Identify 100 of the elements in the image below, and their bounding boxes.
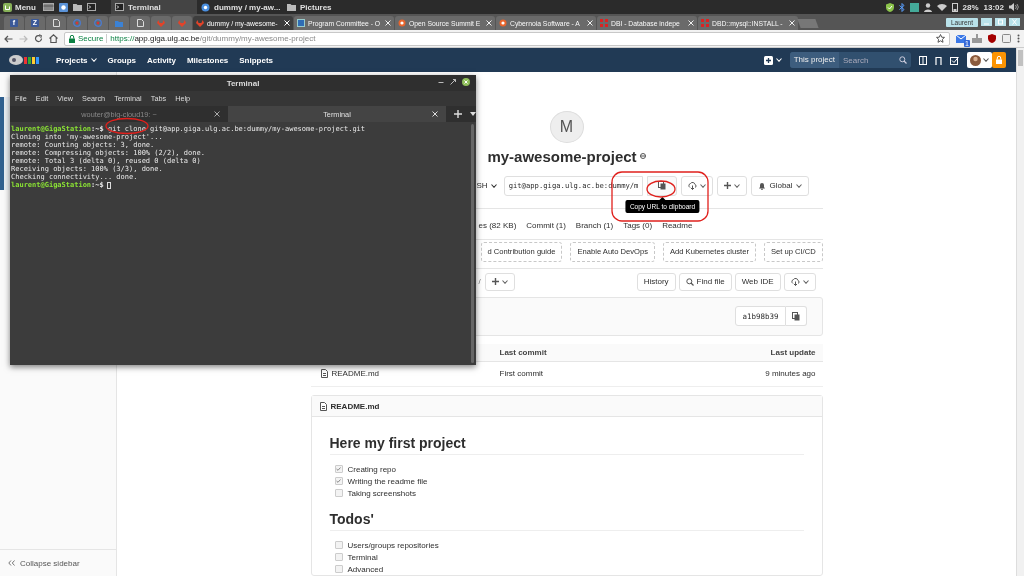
new-dropdown[interactable] <box>763 55 782 65</box>
lock-icon <box>69 34 75 43</box>
search-field[interactable]: Search <box>839 55 911 65</box>
circle-icon <box>499 19 507 27</box>
checkbox[interactable] <box>334 541 343 549</box>
project-title: my-awesome-project <box>487 147 637 165</box>
history-button[interactable]: History <box>636 272 676 291</box>
menu-label[interactable]: Menu <box>15 2 36 12</box>
checkbox[interactable] <box>334 465 343 473</box>
download-icon <box>688 181 698 190</box>
task-label: Users/groups repositories <box>347 540 439 550</box>
checkbox[interactable] <box>334 477 343 485</box>
taskbar-button[interactable]: Terminal <box>111 0 197 14</box>
stat-link[interactable]: Tags (0) <box>623 218 653 233</box>
annotation-ellipse <box>646 180 676 198</box>
maximize-icon[interactable] <box>450 79 456 85</box>
scrollbar[interactable] <box>1016 48 1024 576</box>
task-label: Terminal <box>347 552 378 562</box>
minimize-icon[interactable] <box>438 79 444 85</box>
caret-icon[interactable] <box>470 112 476 116</box>
download-button[interactable] <box>783 272 816 291</box>
nav-link[interactable]: Snippets <box>239 55 274 65</box>
scrollbar[interactable] <box>471 124 474 363</box>
checkbox[interactable] <box>334 553 343 561</box>
browser-tab[interactable] <box>46 16 66 30</box>
reload-icon[interactable] <box>34 34 43 43</box>
stat-link[interactable]: es (82 KB) <box>478 218 517 233</box>
page-icon <box>52 19 60 27</box>
path-separator: / <box>478 277 481 287</box>
home-icon[interactable] <box>49 34 58 43</box>
protocol-dropdown[interactable]: SH <box>476 181 500 191</box>
add-button[interactable] <box>484 272 515 291</box>
collapse-sidebar-button[interactable]: Collapse sidebar <box>0 549 116 576</box>
shield-icon[interactable] <box>988 34 996 43</box>
find-file-button[interactable]: Find file <box>678 272 732 291</box>
caret-icon <box>501 279 508 284</box>
commit-message[interactable]: First commit <box>499 369 650 379</box>
volume-icon[interactable] <box>1009 3 1019 11</box>
close-icon[interactable] <box>462 78 470 86</box>
notification-button[interactable]: Global <box>751 175 809 196</box>
bluetooth-icon[interactable] <box>898 2 905 12</box>
history-button[interactable]: Web IDE <box>734 272 781 291</box>
checkbox[interactable] <box>334 565 343 573</box>
column-header: Last update <box>769 347 817 357</box>
folder-icon <box>287 3 296 11</box>
lock-button[interactable] <box>992 52 1006 68</box>
search-scope[interactable]: This project <box>789 52 839 68</box>
extension-icon[interactable] <box>972 34 982 43</box>
circle-icon <box>398 19 406 27</box>
mint-logo-icon[interactable] <box>3 2 12 12</box>
browser-icon[interactable] <box>59 2 68 12</box>
grid-icon <box>701 19 709 27</box>
checkbox[interactable] <box>334 489 343 497</box>
extension-icon[interactable] <box>1002 34 1011 43</box>
browser-tab[interactable] <box>130 16 150 30</box>
todo-icon[interactable] <box>950 55 959 65</box>
sidebar-icon[interactable] <box>919 55 927 65</box>
task-label: Advanced <box>347 564 384 574</box>
terminal-icon[interactable] <box>87 3 96 11</box>
user-menu[interactable] <box>967 52 992 68</box>
stat-link[interactable]: Commit (1) <box>526 218 566 233</box>
download-icon <box>790 277 800 286</box>
avatar-icon <box>970 54 981 66</box>
taskbar-button[interactable]: Pictures <box>283 0 369 14</box>
star-icon[interactable] <box>936 34 945 43</box>
wifi-icon[interactable] <box>936 3 947 11</box>
merge-request-icon[interactable] <box>935 55 942 65</box>
back-icon[interactable] <box>4 34 13 43</box>
shield-icon[interactable] <box>885 2 894 12</box>
clock[interactable]: 13:02 <box>983 2 1004 12</box>
nav-link[interactable]: Groups <box>107 55 137 65</box>
stat-link[interactable]: Readme <box>662 218 693 233</box>
copy-icon <box>791 311 800 321</box>
folder-icon[interactable] <box>73 3 82 11</box>
readme-heading: Todos' <box>329 510 804 531</box>
target-icon <box>94 19 102 27</box>
address-bar[interactable]: Secure https://app.giga.ulg.ac.be/git/dummy/my-awesome-project <box>64 31 950 46</box>
envelope-icon[interactable] <box>956 34 966 43</box>
fox-icon <box>178 19 186 27</box>
copy-sha-button[interactable] <box>785 306 807 327</box>
globe-icon <box>639 153 646 160</box>
battery-icon[interactable] <box>951 2 958 12</box>
download-button[interactable] <box>681 175 714 196</box>
new-tab-icon[interactable] <box>454 110 462 118</box>
close-icon[interactable] <box>214 111 220 117</box>
target-icon <box>73 19 81 27</box>
more-icon[interactable] <box>1017 34 1020 43</box>
caret-icon <box>90 58 97 62</box>
file-link[interactable]: README.md <box>331 369 380 379</box>
nav-link[interactable]: Projects <box>56 55 97 65</box>
taskbar-button[interactable]: dummy / my-aw... <box>197 0 283 14</box>
stat-link[interactable]: Branch (1) <box>575 218 614 233</box>
nav-link[interactable]: Milestones <box>186 55 229 65</box>
search-icon <box>685 277 694 286</box>
file-icon <box>320 369 328 379</box>
logo-drawing[interactable] <box>8 54 42 66</box>
add-button[interactable] <box>717 175 748 196</box>
nav-link[interactable]: Activity <box>147 55 176 65</box>
column-header: Last commit <box>499 347 548 357</box>
user-icon[interactable] <box>923 2 932 12</box>
